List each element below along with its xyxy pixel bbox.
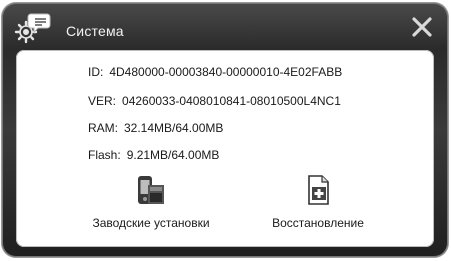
flash-row: Flash: 9.21MB/64.00MB — [88, 148, 219, 162]
system-dialog: Система ID: 4D480000-00003840-00000010-4E… — [2, 3, 448, 257]
window-title: Система — [66, 23, 124, 39]
version-row: VER: 04260033-0408010841-08010500L4NC1 — [88, 94, 341, 108]
factory-reset-button[interactable]: Заводские установки — [80, 174, 222, 230]
ram-value: 32.14MB/64.00MB — [124, 121, 224, 135]
restore-label: Восстановление — [272, 216, 364, 230]
id-row: ID: 4D480000-00003840-00000010-4E02FABB — [88, 65, 342, 79]
ram-row: RAM: 32.14MB/64.00MB — [88, 121, 223, 135]
id-label: ID: — [88, 65, 104, 79]
flash-label: Flash: — [88, 148, 121, 162]
version-value: 04260033-0408010841-08010500L4NC1 — [122, 94, 341, 108]
gear-chat-icon — [12, 11, 52, 45]
close-button[interactable] — [408, 13, 436, 41]
close-icon — [412, 17, 432, 37]
titlebar: Система — [2, 3, 448, 49]
ram-label: RAM: — [88, 121, 118, 135]
info-panel: ID: 4D480000-00003840-00000010-4E02FABB V… — [16, 50, 434, 247]
restore-button[interactable]: Восстановление — [258, 174, 378, 230]
restore-document-icon — [308, 175, 329, 205]
flash-value: 9.21MB/64.00MB — [126, 148, 220, 162]
version-label: VER: — [88, 94, 117, 108]
device-settings-icon — [138, 176, 164, 204]
factory-reset-label: Заводские установки — [92, 216, 210, 230]
id-value: 4D480000-00003840-00000010-4E02FABB — [109, 65, 343, 79]
